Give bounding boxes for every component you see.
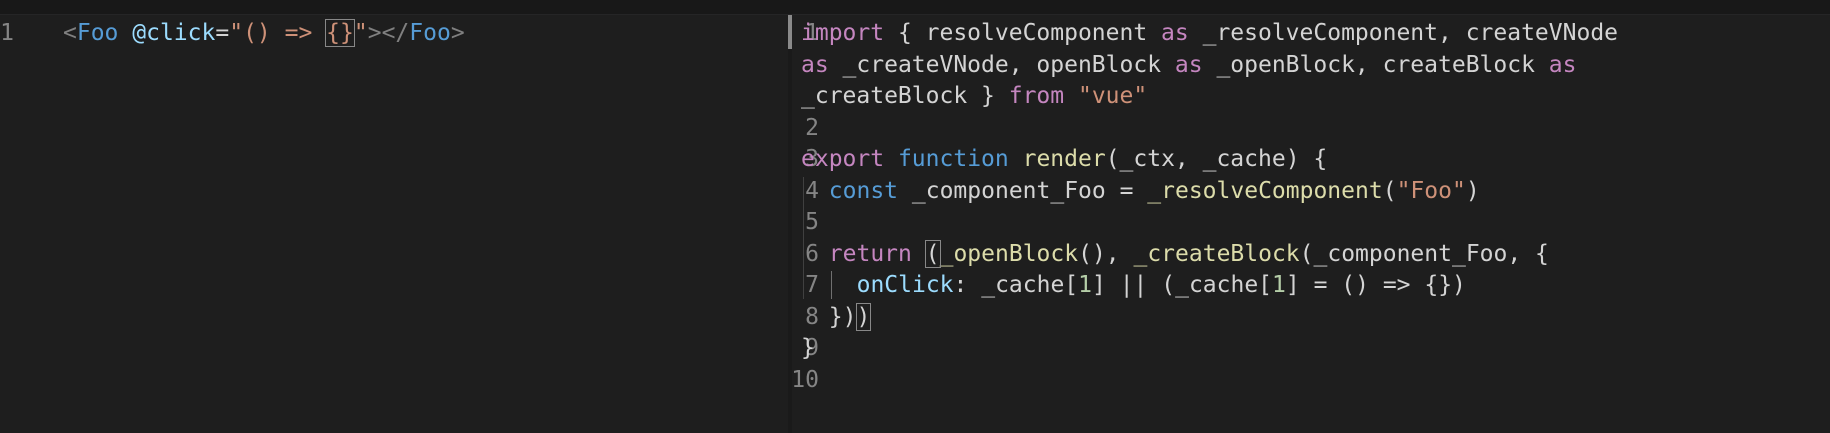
code-token: ( bbox=[1382, 177, 1397, 204]
code-token: _openBlock bbox=[939, 240, 1079, 267]
line-number: 1 bbox=[0, 20, 14, 46]
code-token: ] = () => {}) bbox=[1285, 272, 1466, 298]
code-token: "Foo" bbox=[1396, 177, 1466, 204]
code-token: < bbox=[63, 20, 77, 46]
code-token: "vue" bbox=[1077, 83, 1148, 109]
code-token: 1 bbox=[1078, 272, 1093, 298]
code-token: : _cache[ bbox=[953, 272, 1079, 298]
code-token: import bbox=[801, 20, 885, 46]
code-token: as bbox=[801, 51, 829, 78]
code-token: ) bbox=[1465, 177, 1480, 204]
code-token: > bbox=[450, 20, 465, 46]
code-token: _createBlock bbox=[1133, 240, 1300, 267]
code-token: _createVNode, openBlock bbox=[828, 51, 1175, 78]
code-text: <Foo @click="() => {}"></Foo> bbox=[63, 15, 465, 51]
code-token: 1 bbox=[1272, 272, 1286, 298]
code-line[interactable]: 1 <Foo @click="() => {}"></Foo> bbox=[0, 15, 788, 51]
code-token: (), bbox=[1078, 240, 1134, 267]
code-token: } bbox=[801, 335, 815, 361]
code-token: (_ctx, _cache) { bbox=[1105, 146, 1328, 172]
code-token: _component_Foo = bbox=[898, 177, 1148, 204]
template-editor-pane[interactable]: 1 <Foo @click="() => {}"></Foo> bbox=[0, 15, 788, 433]
code-line[interactable]: 10 bbox=[792, 362, 1830, 398]
code-token: _openBlock, createBlock bbox=[1202, 51, 1549, 78]
matched-bracket: ) bbox=[855, 302, 872, 331]
matched-bracket: {} bbox=[325, 19, 355, 47]
code-token: render bbox=[1022, 146, 1106, 172]
code-token: from bbox=[1008, 83, 1065, 109]
code-token: = bbox=[215, 20, 230, 46]
matched-bracket: ( bbox=[924, 239, 941, 268]
code-token: }) bbox=[828, 303, 857, 330]
code-token: as bbox=[1174, 51, 1203, 78]
code-token: @click bbox=[132, 20, 216, 46]
code-token: { resolveComponent bbox=[884, 20, 1162, 46]
code-token: " bbox=[353, 20, 368, 46]
code-token: Foo bbox=[76, 20, 119, 46]
code-token: _resolveComponent bbox=[1147, 177, 1383, 204]
code-token: Foo bbox=[409, 20, 451, 46]
code-token: as bbox=[1548, 51, 1577, 78]
code-token: ] || (_cache[ bbox=[1092, 272, 1273, 298]
code-token: _createBlock } bbox=[801, 83, 1009, 109]
line-number: 10 bbox=[792, 366, 819, 393]
editor-top-bar bbox=[0, 0, 1830, 15]
code-token: as bbox=[1161, 20, 1189, 46]
compiled-output-pane[interactable]: 1 import { resolveComponent as _resolveCo… bbox=[792, 15, 1830, 433]
code-token: _resolveComponent, createVNode bbox=[1188, 20, 1619, 46]
code-token: "() => bbox=[229, 20, 327, 46]
code-token: return bbox=[828, 240, 912, 267]
code-token: export bbox=[801, 146, 885, 172]
code-token: const bbox=[828, 177, 899, 204]
code-token: (_component_Foo, { bbox=[1299, 240, 1549, 267]
code-token: onClick bbox=[856, 272, 954, 298]
code-token: ></ bbox=[367, 20, 410, 46]
code-token: function bbox=[897, 146, 1009, 172]
